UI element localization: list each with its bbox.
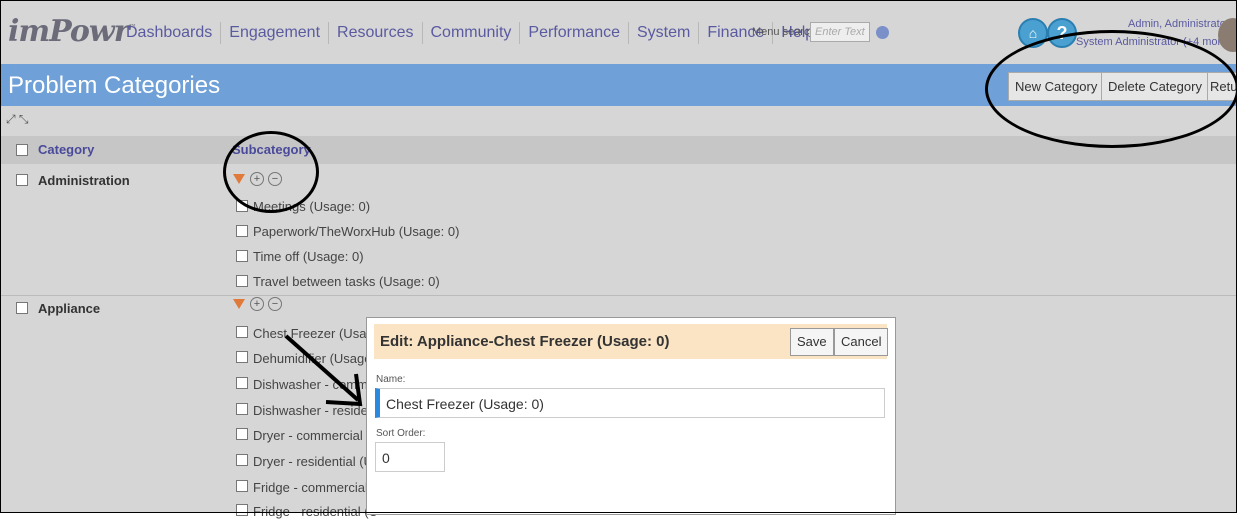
screenshot-border <box>0 0 1237 513</box>
